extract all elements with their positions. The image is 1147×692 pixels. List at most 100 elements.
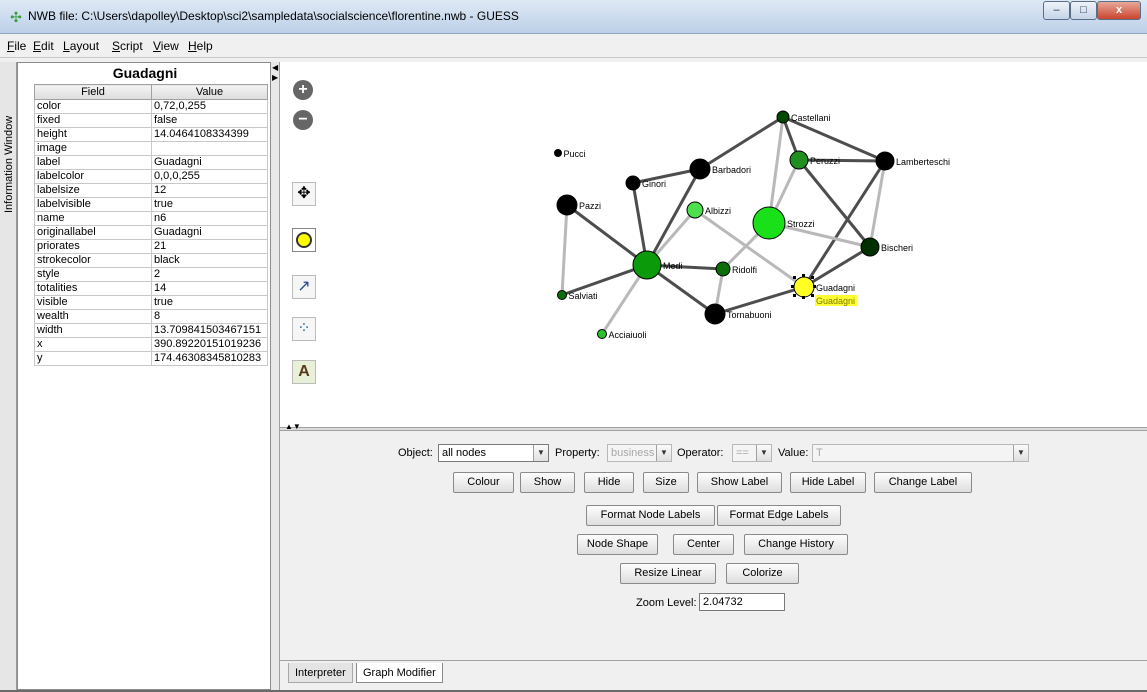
property-select[interactable]: business ▼ <box>607 444 672 462</box>
selection-handle[interactable] <box>811 276 814 279</box>
menu-layout[interactable]: Layout <box>63 39 99 53</box>
menu-script[interactable]: Script <box>112 39 143 53</box>
selection-handle[interactable] <box>811 294 814 297</box>
table-row[interactable]: width 13.709841503467151 <box>34 323 268 338</box>
value-column-header[interactable]: Value <box>151 84 268 100</box>
selection-handle[interactable] <box>802 296 805 299</box>
table-row[interactable]: totalities 14 <box>34 281 268 296</box>
splitter-arrows-icon[interactable]: ▲▼ <box>285 422 301 431</box>
vertical-splitter[interactable]: ◀ ▶ <box>271 62 280 690</box>
table-row[interactable]: labelcolor 0,0,0,255 <box>34 169 268 184</box>
value-cell[interactable]: 21 <box>151 239 268 254</box>
graph-node-pazzi[interactable] <box>556 194 578 216</box>
graph-edge[interactable] <box>560 204 569 296</box>
graph-node-pucci[interactable] <box>554 149 562 157</box>
value-cell[interactable]: 390.89220151019236 <box>151 337 268 352</box>
value-cell[interactable]: Guadagni <box>151 155 268 170</box>
table-row[interactable]: style 2 <box>34 267 268 282</box>
value-cell[interactable]: Guadagni <box>151 225 268 240</box>
table-row[interactable]: y 174.46308345810283 <box>34 351 268 366</box>
node-shape-button[interactable]: Node Shape <box>577 534 658 555</box>
table-row[interactable]: labelvisible true <box>34 197 268 212</box>
collapse-left-icon[interactable]: ◀ <box>272 64 278 72</box>
operator-select[interactable]: == ▼ <box>732 444 772 462</box>
graph-node-peruzzi[interactable] <box>789 150 809 170</box>
hide-button[interactable]: Hide <box>584 472 634 493</box>
change-history-button[interactable]: Change History <box>744 534 848 555</box>
value-cell[interactable]: true <box>151 197 268 212</box>
value-cell[interactable]: 14.0464108334399 <box>151 127 268 142</box>
table-row[interactable]: fixed false <box>34 113 268 128</box>
value-cell[interactable]: 13.709841503467151 <box>151 323 268 338</box>
tab-interpreter[interactable]: Interpreter <box>288 663 353 683</box>
graph-node-castellani[interactable] <box>776 110 790 124</box>
selection-handle[interactable] <box>802 274 805 277</box>
center-button[interactable]: Center <box>673 534 734 555</box>
graph-node-ginori[interactable] <box>625 175 641 191</box>
menu-file[interactable]: File <box>7 39 26 53</box>
graph-edge[interactable] <box>699 115 784 171</box>
graph-node-medi[interactable] <box>632 250 662 280</box>
table-row[interactable]: wealth 8 <box>34 309 268 324</box>
selection-handle[interactable] <box>791 285 794 288</box>
table-row[interactable]: originallabel Guadagni <box>34 225 268 240</box>
value-select[interactable]: T ▼ <box>812 444 1029 462</box>
resize-linear-button[interactable]: Resize Linear <box>620 563 716 584</box>
chevron-down-icon[interactable]: ▼ <box>756 445 771 461</box>
value-cell[interactable]: false <box>151 113 268 128</box>
value-cell[interactable]: 0,72,0,255 <box>151 99 268 114</box>
graph-canvas[interactable]: + − ✥ ↗ ⁘ A Pucci Castellani Peruzzi Lamber… <box>280 62 1147 427</box>
table-row[interactable]: x 390.89220151019236 <box>34 337 268 352</box>
value-cell[interactable]: true <box>151 295 268 310</box>
value-cell[interactable]: 2 <box>151 267 268 282</box>
chevron-down-icon[interactable]: ▼ <box>1013 445 1028 461</box>
selection-handle[interactable] <box>793 294 796 297</box>
show-button[interactable]: Show <box>520 472 575 493</box>
tab-graph-modifier[interactable]: Graph Modifier <box>356 663 443 683</box>
table-row[interactable]: image <box>34 141 268 156</box>
value-cell[interactable]: 12 <box>151 183 268 198</box>
table-row[interactable]: priorates 21 <box>34 239 268 254</box>
size-button[interactable]: Size <box>643 472 689 493</box>
hide-label-button[interactable]: Hide Label <box>790 472 866 493</box>
graph-node-ridolfi[interactable] <box>715 261 731 277</box>
chevron-down-icon[interactable]: ▼ <box>656 445 671 461</box>
value-cell[interactable]: 14 <box>151 281 268 296</box>
minimize-button[interactable]: – <box>1043 1 1070 20</box>
graph-node-lamberteschi[interactable] <box>875 151 895 171</box>
menu-help[interactable]: Help <box>188 39 213 53</box>
table-row[interactable]: visible true <box>34 295 268 310</box>
value-cell[interactable]: 0,0,0,255 <box>151 169 268 184</box>
graph-node-bischeri[interactable] <box>860 237 880 257</box>
change-label-button[interactable]: Change Label <box>874 472 972 493</box>
menu-view[interactable]: View <box>153 39 179 53</box>
graph-node-barbadori[interactable] <box>689 158 711 180</box>
table-row[interactable]: color 0,72,0,255 <box>34 99 268 114</box>
expand-right-icon[interactable]: ▶ <box>272 74 278 82</box>
graph-node-acciaiuoli[interactable] <box>597 329 607 339</box>
network-graph[interactable]: Pucci Castellani Peruzzi Lamberteschi Barbad… <box>280 62 1147 427</box>
table-row[interactable]: name n6 <box>34 211 268 226</box>
object-select[interactable]: all nodes ▼ <box>438 444 549 462</box>
format-edge-labels-button[interactable]: Format Edge Labels <box>717 505 841 526</box>
colorize-button[interactable]: Colorize <box>726 563 799 584</box>
menu-edit[interactable]: Edit <box>33 39 54 53</box>
table-row[interactable]: height 14.0464108334399 <box>34 127 268 142</box>
format-node-labels-button[interactable]: Format Node Labels <box>586 505 715 526</box>
selection-handle[interactable] <box>793 276 796 279</box>
show-label-button[interactable]: Show Label <box>697 472 782 493</box>
graph-node-tornabuoni[interactable] <box>704 303 726 325</box>
table-row[interactable]: label Guadagni <box>34 155 268 170</box>
value-cell[interactable]: n6 <box>151 211 268 226</box>
selection-handle[interactable] <box>813 285 816 288</box>
graph-node-salviati[interactable] <box>557 290 567 300</box>
field-column-header[interactable]: Field <box>34 84 152 100</box>
information-window-tab[interactable]: Information Window <box>0 62 17 690</box>
graph-edge[interactable] <box>803 245 871 289</box>
table-row[interactable]: labelsize 12 <box>34 183 268 198</box>
graph-node-strozzi[interactable] <box>752 206 786 240</box>
colour-button[interactable]: Colour <box>453 472 514 493</box>
value-cell[interactable]: black <box>151 253 268 268</box>
maximize-button[interactable]: □ <box>1070 1 1097 20</box>
graph-node-albizzi[interactable] <box>686 201 704 219</box>
